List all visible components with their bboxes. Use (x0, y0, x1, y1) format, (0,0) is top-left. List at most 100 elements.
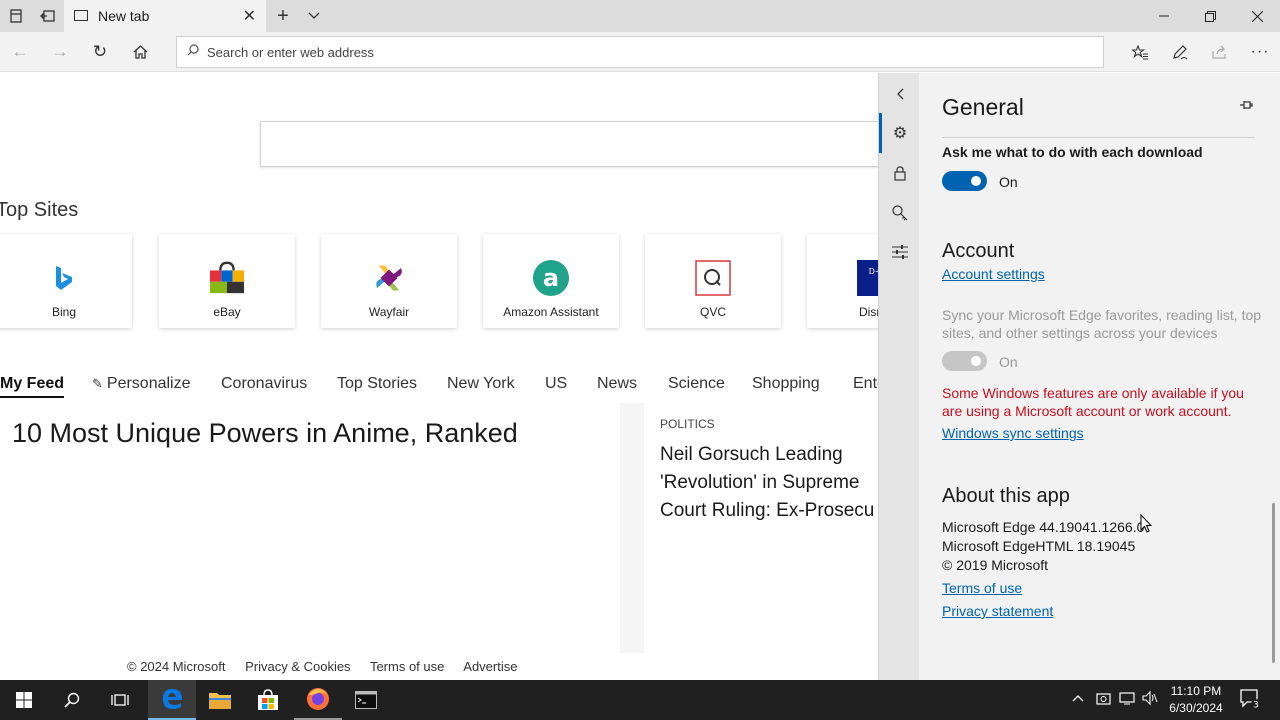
top-site-tile[interactable]: Wayfair (321, 234, 457, 328)
download-toggle-state: On (999, 174, 1018, 190)
share-icon[interactable] (1208, 40, 1232, 64)
account-heading: Account (942, 240, 1015, 262)
close-window-button[interactable] (1234, 0, 1280, 32)
article-card[interactable]: 10 Most Unique Powers in Anime, Ranked (0, 403, 620, 653)
refresh-icon[interactable]: ↻ (88, 40, 112, 64)
feed-tab-entertainment[interactable]: Ente (853, 375, 878, 393)
feed-tab-top-stories[interactable]: Top Stories (337, 375, 417, 393)
sync-toggle-state: On (999, 354, 1018, 370)
feed-tab-us[interactable]: US (545, 375, 567, 393)
toggle-knob (971, 356, 981, 366)
footer-terms-link[interactable]: Terms of use (370, 659, 444, 674)
new-tab-plus-icon[interactable]: + (273, 5, 293, 27)
settings-title: General (942, 94, 1024, 120)
network-icon[interactable] (1119, 690, 1135, 709)
back-arrow-icon[interactable]: ← (8, 40, 32, 64)
clock-time: 11:10 PM (1170, 684, 1222, 698)
tab-preview-chevron-icon[interactable] (304, 6, 324, 26)
tab-new-tab[interactable]: New tab ✕ (64, 0, 266, 32)
article-card[interactable]: POLITICS Neil Gorsuch Leading 'Revolutio… (644, 403, 878, 653)
tab-bar: New tab ✕ + (0, 0, 1280, 32)
title-divider (942, 137, 1255, 138)
top-site-label: eBay (213, 305, 241, 319)
meet-now-icon[interactable] (1096, 690, 1111, 709)
advanced-sliders-icon[interactable] (889, 241, 911, 263)
sync-toggle[interactable] (942, 351, 987, 371)
tab-title: New tab (98, 8, 150, 24)
more-ellipsis-icon[interactable]: ··· (1248, 40, 1272, 64)
pin-icon[interactable] (1239, 97, 1253, 113)
page-footer: © 2024 Microsoft Privacy & Cookies Terms… (127, 659, 533, 674)
gear-icon[interactable]: ⚙ (889, 122, 911, 144)
download-ask-toggle[interactable] (942, 171, 987, 191)
toggle-knob (971, 176, 981, 186)
address-bar[interactable] (176, 36, 1104, 68)
feed-tab-personalize[interactable]: ✎ Personalize (92, 375, 191, 393)
address-input[interactable] (207, 37, 1087, 67)
svg-text:D+: D+ (868, 267, 878, 276)
top-site-tile[interactable]: eBay (159, 234, 295, 328)
start-windows-icon[interactable] (0, 680, 48, 720)
edgehtml-version-text: Microsoft EdgeHTML 18.19045 (942, 538, 1136, 554)
clock-date: 6/30/2024 (1169, 701, 1223, 715)
close-tab-icon[interactable]: ✕ (243, 6, 256, 26)
home-icon[interactable] (128, 40, 152, 64)
top-site-tile[interactable]: D+ Disn (807, 234, 878, 328)
top-site-tile[interactable]: a Amazon Assistant (483, 234, 619, 328)
top-site-label: Bing (51, 305, 77, 319)
set-aside-tabs-icon[interactable] (38, 6, 58, 26)
windows-sync-settings-link[interactable]: Windows sync settings (942, 425, 1084, 441)
taskbar: 11:10 PM 6/30/2024 3 (0, 680, 1280, 720)
wayfair-pinwheel-logo-icon (371, 260, 407, 296)
disney-logo-icon: D+ (857, 260, 878, 296)
top-sites-heading: Top Sites (0, 199, 79, 221)
feed-tab-shopping[interactable]: Shopping (752, 375, 820, 393)
system-clock[interactable]: 11:10 PM 6/30/2024 (1166, 683, 1226, 717)
feed-tab-coronavirus[interactable]: Coronavirus (221, 375, 307, 393)
volume-icon[interactable] (1142, 690, 1158, 709)
search-icon[interactable] (48, 680, 96, 720)
top-site-label: Wayfair (368, 305, 410, 319)
minimize-button[interactable] (1141, 0, 1187, 32)
password-key-icon[interactable] (889, 202, 911, 224)
footer-advertise-link[interactable]: Advertise (463, 659, 517, 674)
pen-notes-icon[interactable] (1168, 40, 1192, 64)
feed-tab-new-york[interactable]: New York (447, 375, 515, 393)
microsoft-store-icon[interactable] (244, 680, 292, 720)
feed-tab-science[interactable]: Science (668, 375, 725, 393)
favorites-star-icon[interactable] (1128, 40, 1152, 64)
article-category: POLITICS (660, 417, 715, 431)
restore-button[interactable] (1187, 0, 1233, 32)
edge-taskbar-icon[interactable] (148, 680, 196, 720)
settings-category-strip: ⚙ (878, 73, 919, 680)
top-site-tile[interactable]: QVC (645, 234, 781, 328)
account-settings-link[interactable]: Account settings (942, 266, 1045, 282)
action-center-notifications-icon[interactable]: 3 (1239, 688, 1261, 713)
pencil-icon: ✎ (92, 376, 103, 391)
feed-navigation: My Feed ✎ Personalize Coronavirus Top Sto… (0, 373, 878, 403)
terminal-icon[interactable] (342, 680, 390, 720)
feed-tab-news[interactable]: News (597, 375, 637, 393)
task-view-icon[interactable] (96, 680, 144, 720)
footer-copyright: © 2024 Microsoft (127, 659, 226, 674)
collapse-chevron-icon[interactable] (889, 83, 911, 105)
settings-scrollbar[interactable] (1272, 503, 1275, 663)
account-warning: Some Windows features are only available… (942, 385, 1244, 419)
tray-overflow-chevron-icon[interactable] (1072, 690, 1084, 705)
navigation-bar: ← → ↻ ··· (0, 32, 1280, 72)
file-explorer-icon[interactable] (196, 680, 244, 720)
svg-text:a: a (543, 264, 559, 292)
card-gutter (620, 403, 644, 653)
web-search-box[interactable] (260, 121, 878, 167)
privacy-statement-link[interactable]: Privacy statement (942, 603, 1053, 619)
download-setting-label: Ask me what to do with each download (942, 144, 1203, 160)
terms-of-use-link[interactable]: Terms of use (942, 580, 1022, 596)
firefox-icon[interactable] (294, 680, 342, 720)
feed-tab-my-feed[interactable]: My Feed (0, 375, 65, 398)
forward-arrow-icon[interactable]: → (48, 40, 72, 64)
search-icon (187, 44, 199, 59)
tab-actions-icon[interactable] (6, 6, 26, 26)
lock-icon[interactable] (889, 162, 911, 184)
top-site-tile[interactable]: Bing (0, 234, 132, 328)
footer-privacy-link[interactable]: Privacy & Cookies (245, 659, 350, 674)
